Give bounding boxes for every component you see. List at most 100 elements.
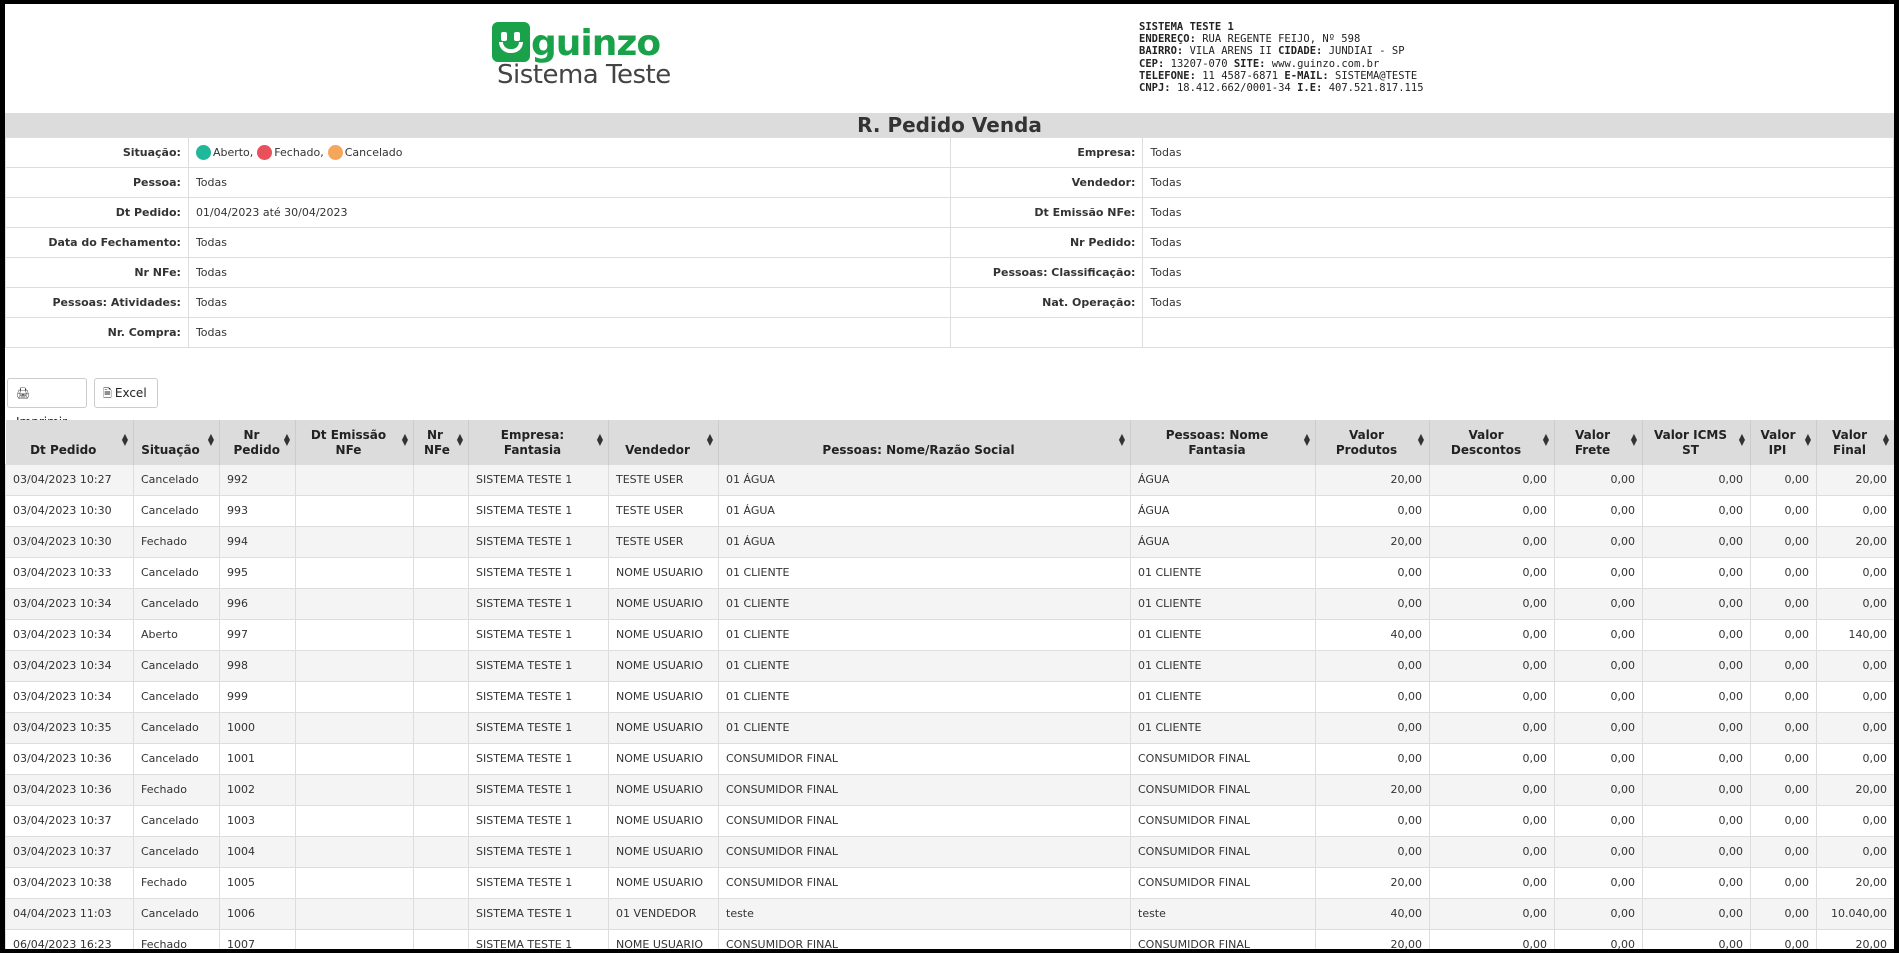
table-cell xyxy=(295,649,414,682)
email-label: E-MAIL: xyxy=(1284,69,1329,82)
table-cell: 0,00 xyxy=(1315,742,1430,775)
table-cell: Cancelado xyxy=(133,556,220,589)
table-cell: 0,00 xyxy=(1642,556,1751,589)
column-header[interactable]: Valor Produtos ▲ ▼ xyxy=(1315,420,1430,464)
sort-icon[interactable]: ▲ ▼ xyxy=(1631,433,1637,447)
endereco-value: RUA REGENTE FEIJO, Nº 598 xyxy=(1202,33,1361,46)
column-header[interactable]: Pessoas: Nome Fantasia ▲ ▼ xyxy=(1130,420,1316,464)
nr-pedido-value: Todas xyxy=(1142,227,1894,258)
table-cell: 0,00 xyxy=(1429,711,1555,744)
empty-cell xyxy=(1142,317,1894,348)
data-fechamento-value: Todas xyxy=(187,227,951,258)
vendedor-label: Vendedor: xyxy=(949,167,1144,198)
column-header[interactable]: Pessoas: Nome/Razão Social ▲ ▼ xyxy=(718,420,1131,464)
table-cell: 0,00 xyxy=(1750,866,1817,899)
table-cell: 20,00 xyxy=(1816,525,1894,558)
grid-header-row: Dt Pedido ▲ ▼ Situação ▲ ▼ Nr Pedido ▲ ▼ Dt Emiss… xyxy=(5,420,1894,464)
table-cell xyxy=(413,618,469,651)
column-header[interactable]: Vendedor ▲ ▼ xyxy=(608,420,719,464)
orders-grid: Dt Pedido ▲ ▼ Situação ▲ ▼ Nr Pedido ▲ ▼ Dt Emiss… xyxy=(5,420,1894,949)
status-legend-label: Cancelado xyxy=(344,145,403,159)
sort-icon[interactable]: ▲ ▼ xyxy=(1304,433,1310,447)
table-cell: 03/04/2023 10:35 xyxy=(5,711,134,744)
column-header[interactable]: Empresa: Fantasia ▲ ▼ xyxy=(468,420,609,464)
table-cell: SISTEMA TESTE 1 xyxy=(468,494,609,527)
table-cell: CONSUMIDOR FINAL xyxy=(1130,773,1316,806)
company-info: SISTEMA TESTE 1 ENDEREÇO: RUA REGENTE FE… xyxy=(1139,21,1424,94)
table-cell: 995 xyxy=(219,556,296,589)
table-row: 03/04/2023 10:27 Cancelado 992 SISTEMA TEST… xyxy=(5,463,1894,496)
column-header-label: Vendedor xyxy=(625,442,690,457)
sort-icon[interactable]: ▲ ▼ xyxy=(597,433,603,447)
table-cell: 0,00 xyxy=(1554,804,1643,837)
column-header[interactable]: Situação ▲ ▼ xyxy=(133,420,220,464)
table-cell xyxy=(413,587,469,620)
table-cell: 03/04/2023 10:34 xyxy=(5,680,134,713)
sort-icon[interactable]: ▲ ▼ xyxy=(1739,433,1745,447)
pessoa-value: Todas xyxy=(187,167,951,198)
situacao-label: Situação: xyxy=(5,137,189,168)
sort-icon[interactable]: ▲ ▼ xyxy=(1883,433,1889,447)
sort-icon[interactable]: ▲ ▼ xyxy=(284,433,290,447)
excel-button[interactable]: 🗎 Excel xyxy=(94,378,158,408)
sort-icon[interactable]: ▲ ▼ xyxy=(1119,433,1125,447)
table-cell: Cancelado xyxy=(133,897,220,930)
column-header[interactable]: Dt Pedido ▲ ▼ xyxy=(5,420,134,464)
column-header-label: Valor Final xyxy=(1831,427,1867,457)
table-cell: CONSUMIDOR FINAL xyxy=(1130,835,1316,868)
table-cell: CONSUMIDOR FINAL xyxy=(1130,804,1316,837)
table-cell: 03/04/2023 10:27 xyxy=(5,463,134,496)
table-cell: SISTEMA TESTE 1 xyxy=(468,773,609,806)
table-cell: 0,00 xyxy=(1429,525,1555,558)
sort-icon[interactable]: ▲ ▼ xyxy=(402,433,408,447)
table-cell: TESTE USER xyxy=(608,463,719,496)
table-cell: 0,00 xyxy=(1429,494,1555,527)
column-header[interactable]: Valor IPI ▲ ▼ xyxy=(1750,420,1817,464)
table-cell: NOME USUARIO xyxy=(608,556,719,589)
column-header[interactable]: Valor ICMS ST ▲ ▼ xyxy=(1642,420,1751,464)
table-cell: 03/04/2023 10:30 xyxy=(5,525,134,558)
column-header[interactable]: Valor Frete ▲ ▼ xyxy=(1554,420,1643,464)
table-cell: NOME USUARIO xyxy=(608,618,719,651)
table-cell: SISTEMA TESTE 1 xyxy=(468,928,609,949)
sort-icon[interactable]: ▲ ▼ xyxy=(1543,433,1549,447)
table-cell xyxy=(295,556,414,589)
column-header[interactable]: Dt Emissão NFe ▲ ▼ xyxy=(295,420,414,464)
sort-icon[interactable]: ▲ ▼ xyxy=(122,433,128,447)
empresa-label: Empresa: xyxy=(949,137,1144,168)
sort-icon[interactable]: ▲ ▼ xyxy=(1418,433,1424,447)
table-cell: 0,00 xyxy=(1554,618,1643,651)
table-cell: 0,00 xyxy=(1642,711,1751,744)
table-cell: CONSUMIDOR FINAL xyxy=(718,835,1131,868)
sort-icon[interactable]: ▲ ▼ xyxy=(457,433,463,447)
table-cell xyxy=(413,525,469,558)
column-header[interactable]: Valor Descontos ▲ ▼ xyxy=(1429,420,1555,464)
table-cell: 0,00 xyxy=(1816,680,1894,713)
column-header[interactable]: Nr NFe ▲ ▼ xyxy=(413,420,469,464)
table-cell: SISTEMA TESTE 1 xyxy=(468,866,609,899)
cep-label: CEP: xyxy=(1139,57,1165,70)
table-cell: 0,00 xyxy=(1554,742,1643,775)
table-cell: Cancelado xyxy=(133,804,220,837)
sort-icon[interactable]: ▲ ▼ xyxy=(208,433,214,447)
table-cell xyxy=(413,711,469,744)
telefone-label: TELEFONE: xyxy=(1139,69,1196,82)
table-cell: 01 CLIENTE xyxy=(718,556,1131,589)
imprimir-button[interactable]: 🖨Imprimir xyxy=(7,378,87,429)
table-cell: CONSUMIDOR FINAL xyxy=(718,928,1131,949)
table-row: 03/04/2023 10:37 Cancelado 1003 SISTEMA TES… xyxy=(5,804,1894,837)
dt-pedido-value: 01/04/2023 até 30/04/2023 xyxy=(187,197,951,228)
sort-icon[interactable]: ▲ ▼ xyxy=(707,433,713,447)
telefone-value: 11 4587-6871 xyxy=(1202,69,1279,82)
table-cell: 0,00 xyxy=(1429,804,1555,837)
table-cell: 03/04/2023 10:38 xyxy=(5,866,134,899)
sort-icon[interactable]: ▲ ▼ xyxy=(1805,433,1811,447)
column-header-label: Nr Pedido xyxy=(233,427,280,457)
table-cell: 994 xyxy=(219,525,296,558)
table-cell: Cancelado xyxy=(133,463,220,496)
column-header[interactable]: Valor Final ▲ ▼ xyxy=(1816,420,1894,464)
report-title: R. Pedido Venda xyxy=(5,113,1894,137)
table-cell: 0,00 xyxy=(1554,556,1643,589)
table-cell: 0,00 xyxy=(1642,680,1751,713)
column-header[interactable]: Nr Pedido ▲ ▼ xyxy=(219,420,296,464)
